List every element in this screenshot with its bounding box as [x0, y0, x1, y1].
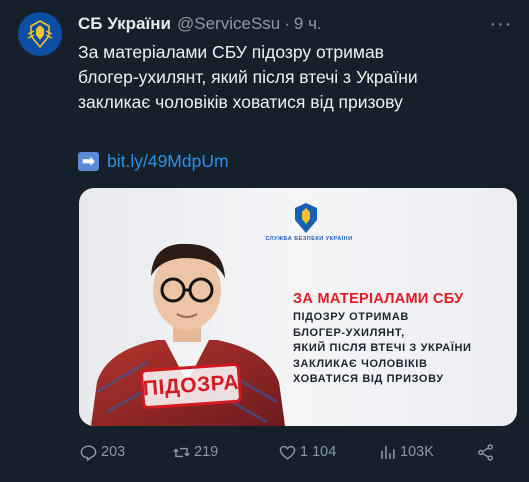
- avatar[interactable]: [18, 12, 62, 56]
- heart-icon: [279, 445, 296, 460]
- media-body-text: ПІДОЗРУ ОТРИМАВ БЛОГЕР-УХИЛЯНТ, ЯКИЙ ПІС…: [293, 311, 472, 385]
- retweet-icon: [173, 447, 190, 457]
- tweet-header: СБ України @ServiceSsu · 9 ч. ···: [78, 12, 515, 36]
- sbu-emblem-icon: [27, 20, 53, 49]
- views-icon: [381, 445, 395, 459]
- tweet-text: За матеріалами СБУ підозру отримав блоге…: [78, 42, 418, 112]
- more-options-icon[interactable]: ···: [487, 12, 515, 36]
- reply-button[interactable]: 203: [79, 440, 125, 464]
- separator-dot: ·: [284, 14, 290, 33]
- right-arrow-icon: ➡: [78, 151, 99, 171]
- suspicion-stamp: ПІДОЗРА: [139, 362, 243, 410]
- share-icon: [478, 443, 493, 461]
- like-count: 1 104: [300, 444, 337, 460]
- link-row: ➡ bit.ly/49MdpUm: [78, 149, 229, 173]
- views-count: 103K: [400, 444, 434, 460]
- reply-count: 203: [101, 444, 126, 460]
- views-button[interactable]: 103K: [378, 440, 434, 464]
- media-headline: ЗА МАТЕРІАЛАМИ СБУ: [293, 291, 464, 307]
- author-handle[interactable]: @ServiceSsu: [177, 14, 280, 34]
- retweet-button[interactable]: 219: [172, 440, 218, 464]
- sbu-logo-icon: [295, 203, 317, 233]
- action-bar: 203 219 1 104 103K: [79, 440, 509, 464]
- timestamp[interactable]: 9 ч.: [294, 14, 322, 34]
- like-button[interactable]: 1 104: [278, 440, 336, 464]
- share-button[interactable]: [476, 440, 498, 464]
- author-name[interactable]: СБ України: [78, 14, 171, 34]
- reply-icon: [80, 444, 97, 461]
- media-image[interactable]: СЛУЖБА БЕЗПЕКИ УКРАЇНИ ПІДОЗРА ЗА МАТЕРІ…: [79, 188, 517, 426]
- retweet-count: 219: [194, 444, 219, 460]
- tweet-link[interactable]: bit.ly/49MdpUm: [107, 151, 229, 172]
- tweet: СБ України @ServiceSsu · 9 ч. ··· За мат…: [0, 0, 529, 482]
